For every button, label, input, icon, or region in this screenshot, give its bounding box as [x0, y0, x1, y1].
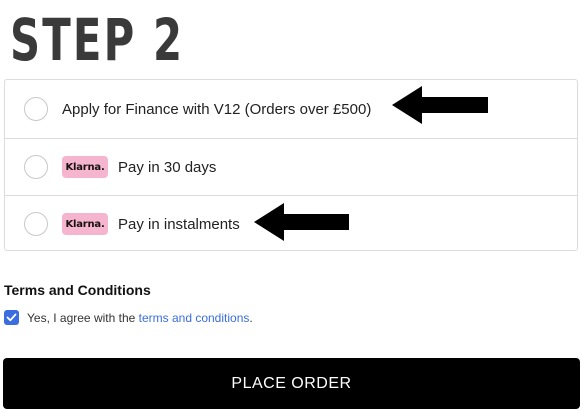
arrow-left-icon [254, 203, 349, 241]
radio-icon[interactable] [24, 155, 48, 179]
payment-option-finance[interactable]: Apply for Finance with V12 (Orders over … [5, 80, 577, 138]
payment-option-label: Pay in 30 days [118, 158, 217, 176]
radio-icon[interactable] [24, 97, 48, 121]
terms-agree-prefix: Yes, I agree with the [27, 310, 139, 325]
terms-agree-suffix: . [249, 310, 253, 325]
arrow-left-icon [392, 86, 488, 124]
payment-option-klarna-30-days[interactable]: Klarna. Pay in 30 days [5, 138, 577, 195]
terms-checkbox[interactable] [4, 310, 19, 325]
klarna-logo: Klarna. [62, 213, 108, 235]
checkmark-icon [6, 313, 17, 322]
step-title: STEP 2 [10, 6, 185, 74]
terms-link[interactable]: terms and conditions [139, 311, 250, 325]
payment-option-label: Apply for Finance with V12 (Orders over … [62, 100, 372, 118]
klarna-logo: Klarna. [62, 156, 108, 178]
terms-heading: Terms and Conditions [4, 282, 151, 298]
place-order-button[interactable]: PLACE ORDER [3, 358, 580, 409]
payment-option-label: Pay in instalments [118, 215, 240, 233]
terms-agree-row: Yes, I agree with the terms and conditio… [4, 310, 253, 325]
radio-icon[interactable] [24, 212, 48, 236]
